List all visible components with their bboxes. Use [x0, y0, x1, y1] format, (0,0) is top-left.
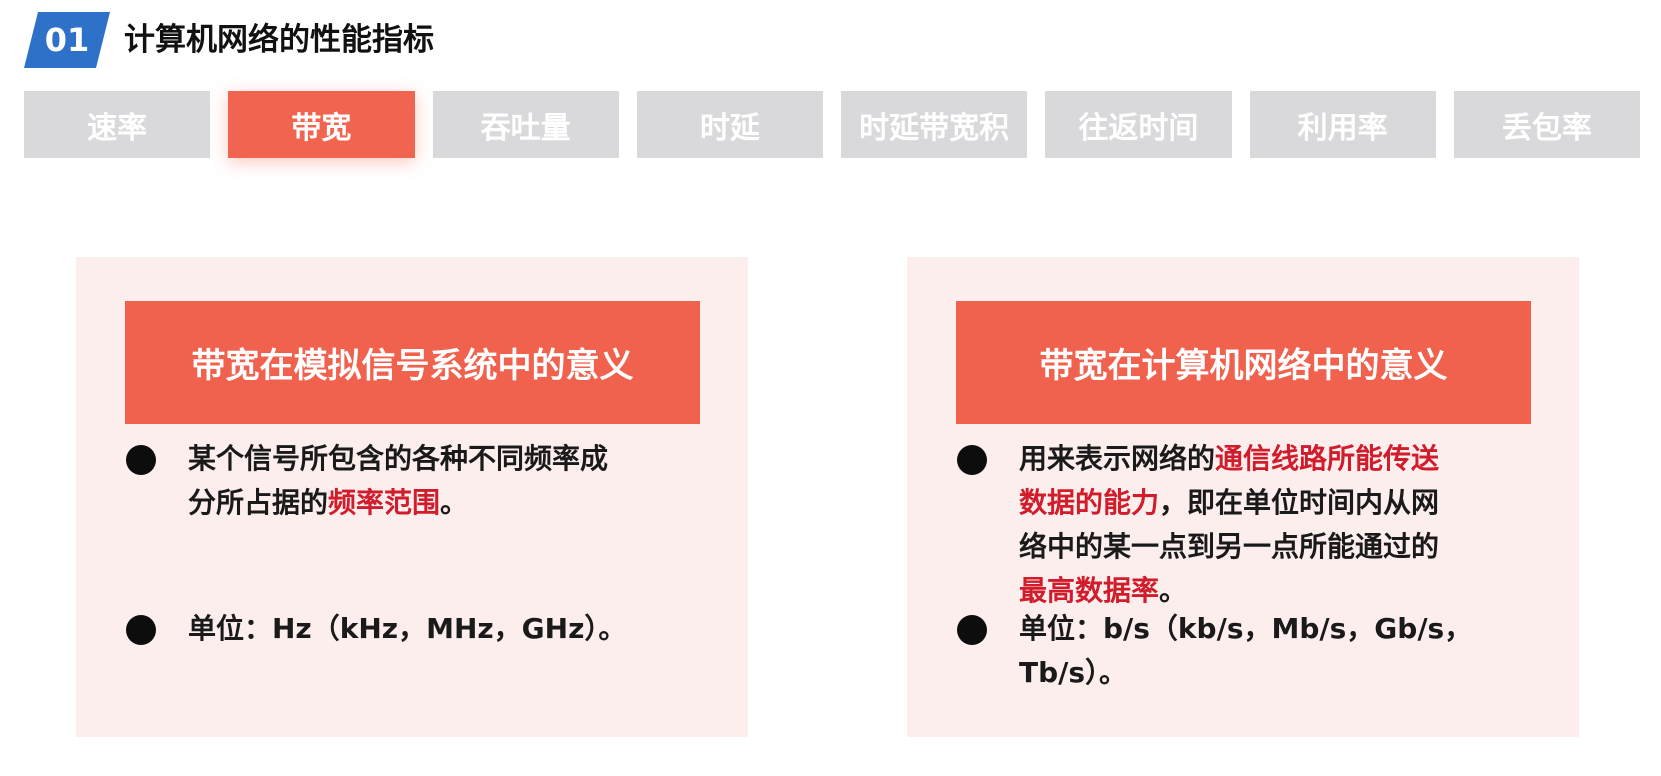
analog-definition-bullet: 某个信号所包含的各种不同频率成 分所占据的频率范围。 [126, 437, 608, 525]
network-card-header: 带宽在计算机网络中的意义 [956, 301, 1531, 424]
tab-delay[interactable]: 时延 [636, 91, 823, 158]
network-definition-line2: 数据的能力，即在单位时间内从网 [1019, 481, 1439, 525]
bullet-dot-icon [957, 445, 987, 475]
network-definition-bullet: 用来表示网络的通信线路所能传送 数据的能力，即在单位时间内从网 络中的某一点到另… [957, 437, 1439, 613]
bullet-dot-icon [126, 615, 156, 645]
network-highlight-max-data-rate: 最高数据率 [1019, 574, 1160, 607]
network-unit-text: 单位：b/s（kb/s，Mb/s，Gb/s，Tb/s）。 [1019, 612, 1473, 689]
analog-definition-line2-pre: 分所占据的 [188, 486, 329, 519]
tab-rate[interactable]: 速率 [24, 91, 211, 158]
bullet-dot-icon [957, 615, 987, 645]
tab-delay-bandwidth-product[interactable]: 时延带宽积 [841, 91, 1028, 158]
tab-packet-loss[interactable]: 丢包率 [1453, 91, 1640, 158]
network-highlight-capacity-part1: 通信线路所能传送 [1215, 442, 1440, 475]
bullet-dot-icon [126, 445, 156, 475]
network-unit-bullet: 单位：b/s（kb/s，Mb/s，Gb/s，Tb/s）。 [957, 607, 1579, 695]
tab-round-trip-time[interactable]: 往返时间 [1045, 91, 1232, 158]
tab-throughput[interactable]: 吞吐量 [432, 91, 619, 158]
network-definition-text: 用来表示网络的通信线路所能传送 数据的能力，即在单位时间内从网 络中的某一点到另… [1019, 437, 1439, 613]
analog-unit-text: 单位：Hz（kHz，MHz，GHz）。 [188, 612, 627, 645]
network-definition-line2-post: ，即在单位时间内从网 [1159, 486, 1440, 519]
network-definition-line4-post: 。 [1159, 574, 1188, 607]
network-definition-line1: 用来表示网络的通信线路所能传送 [1019, 437, 1439, 481]
slide: 01 计算机网络的性能指标 速率 带宽 吞吐量 时延 时延带宽积 往返时间 利用… [0, 0, 1661, 776]
section-number-badge: 01 [24, 12, 110, 68]
network-bandwidth-card: 带宽在计算机网络中的意义 用来表示网络的通信线路所能传送 数据的能力，即在单位时… [907, 257, 1579, 737]
page-title: 计算机网络的性能指标 [124, 22, 434, 58]
network-definition-line3: 络中的某一点到另一点所能通过的 [1019, 530, 1440, 563]
analog-bandwidth-card: 带宽在模拟信号系统中的意义 某个信号所包含的各种不同频率成 分所占据的频率范围。… [76, 257, 748, 737]
tab-bandwidth[interactable]: 带宽 [228, 91, 415, 158]
network-definition-line1-pre: 用来表示网络的 [1019, 442, 1216, 475]
analog-definition-line1: 某个信号所包含的各种不同频率成 [188, 442, 609, 475]
tab-bar: 速率 带宽 吞吐量 时延 时延带宽积 往返时间 利用率 丢包率 [24, 91, 1640, 158]
analog-unit-bullet: 单位：Hz（kHz，MHz，GHz）。 [126, 607, 626, 651]
tab-utilization[interactable]: 利用率 [1249, 91, 1436, 158]
analog-definition-line2-post: 。 [440, 486, 469, 519]
analog-highlight-frequency-range: 频率范围 [328, 486, 441, 519]
analog-card-header: 带宽在模拟信号系统中的意义 [125, 301, 700, 424]
network-highlight-capacity-part2: 数据的能力 [1019, 486, 1160, 519]
analog-definition-line2: 分所占据的频率范围。 [188, 481, 608, 525]
analog-definition-text: 某个信号所包含的各种不同频率成 分所占据的频率范围。 [188, 437, 608, 525]
